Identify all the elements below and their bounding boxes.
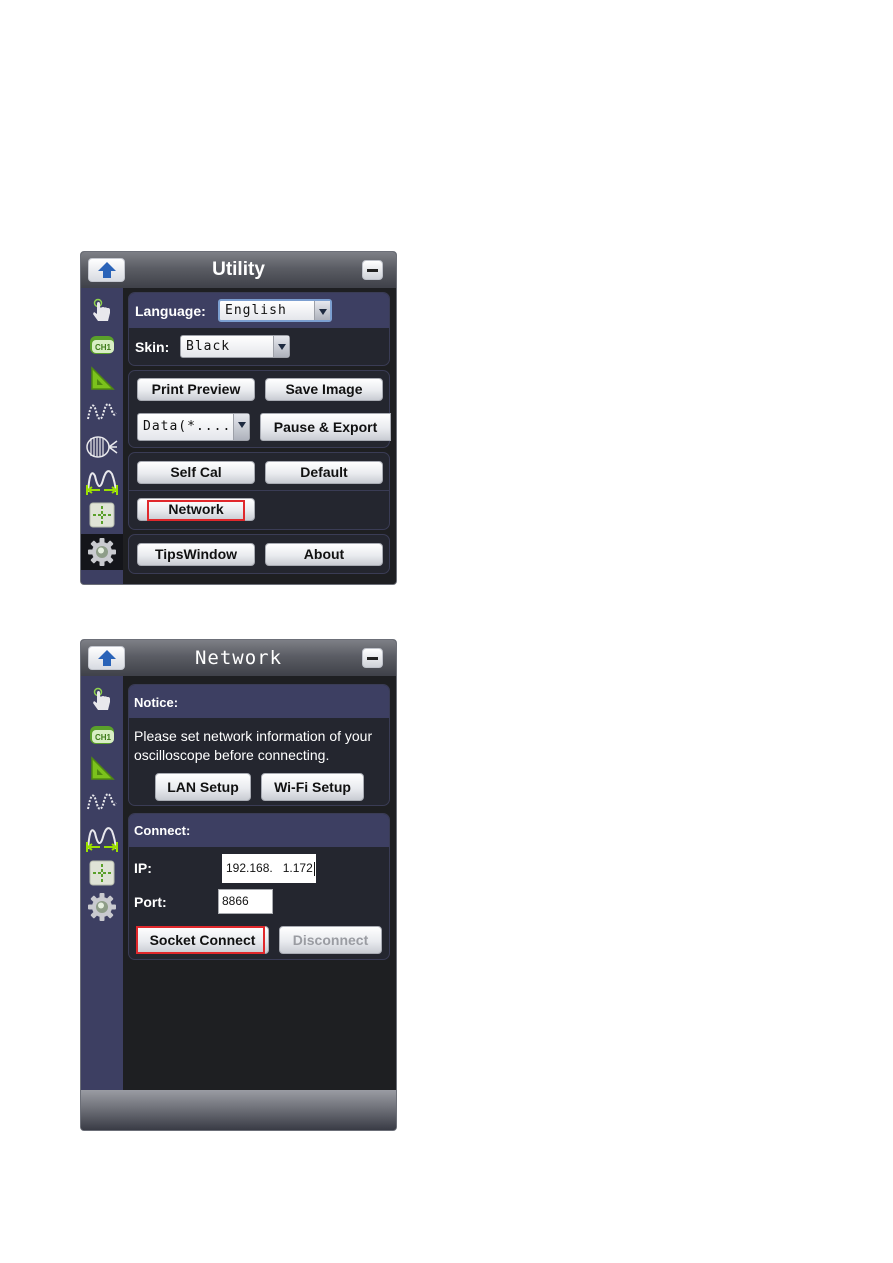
fft-icon[interactable] [81,430,123,464]
svg-text:CH1: CH1 [95,343,112,352]
save-image-button[interactable]: Save Image [265,378,383,401]
language-skin-panel: Language: English Skin: Black [128,292,390,366]
utility-window: Utility CH1 Language: English Skin: Blac… [80,251,397,585]
bottom-bar [81,1090,396,1130]
ip-label: IP: [134,860,152,876]
skin-value: Black [186,339,231,354]
export-format-value: Data(*.... [143,419,232,434]
highlight-box [136,926,265,954]
measure-waveform-icon[interactable] [81,464,123,498]
ip-input[interactable]: 192.168. 1.172 [222,854,316,883]
notice-heading: Notice: [134,695,179,710]
chevron-down-icon [273,336,289,357]
measure-waveform-icon[interactable] [81,821,123,855]
connect-heading: Connect: [134,823,191,838]
waveform-icon[interactable] [81,786,123,820]
utility-content: Language: English Skin: Black Print Prev… [123,288,396,584]
info-panel: TipsWindow About [128,534,390,574]
minimize-button[interactable] [362,260,383,280]
export-panel: Print Preview Save Image Data(*.... Paus… [128,370,391,448]
language-label: Language: [135,303,206,319]
minimize-button[interactable] [362,648,383,668]
ch1-channel-icon[interactable]: CH1 [81,328,123,362]
self-cal-button[interactable]: Self Cal [137,461,255,484]
about-button[interactable]: About [265,543,383,566]
connect-panel: Connect: IP: 192.168. 1.172 Port: 8866 S… [128,813,390,960]
tips-window-button[interactable]: TipsWindow [137,543,255,566]
ruler-triangle-icon[interactable] [81,362,123,396]
export-format-select[interactable]: Data(*.... [137,413,250,441]
gear-icon[interactable] [81,890,123,924]
cursor-crosshair-icon[interactable] [81,498,123,532]
notice-text-line2: oscilloscope before connecting. [134,747,330,763]
language-value: English [225,303,287,318]
calibration-panel: Self Cal Default Network [128,452,390,530]
notice-text-line1: Please set network information of your [134,728,373,744]
chevron-down-icon [233,414,249,440]
skin-label: Skin: [135,339,170,355]
sidebar: CH1 [81,288,123,584]
network-content: Notice: Please set network information o… [123,676,396,1090]
text-caret [313,861,315,876]
cursor-crosshair-icon[interactable] [81,856,123,890]
window-title: Network [194,647,283,669]
touch-icon[interactable] [81,683,123,717]
pause-export-button[interactable]: Pause & Export [260,413,391,441]
waveform-icon[interactable] [81,396,123,430]
lan-setup-button[interactable]: LAN Setup [155,773,251,801]
print-preview-button[interactable]: Print Preview [137,378,255,401]
network-window: Network CH1 Notice: Please set network i… [80,639,397,1131]
title-bar: Network [81,640,396,676]
port-input[interactable]: 8866 [218,889,273,914]
gear-icon[interactable] [81,534,123,570]
notice-panel: Notice: Please set network information o… [128,684,390,806]
wifi-setup-button[interactable]: Wi-Fi Setup [261,773,364,801]
port-label: Port: [134,894,167,910]
skin-select[interactable]: Black [180,335,290,358]
sidebar: CH1 [81,676,123,1090]
language-select[interactable]: English [218,299,332,322]
title-bar: Utility [81,252,396,288]
highlight-box [147,500,245,521]
disconnect-button[interactable]: Disconnect [279,926,382,954]
touch-icon[interactable] [81,294,123,328]
default-button[interactable]: Default [265,461,383,484]
ruler-triangle-icon[interactable] [81,752,123,786]
ip-value: 192.168. 1.172 [226,861,313,875]
chevron-down-icon [314,301,330,320]
ch1-channel-icon[interactable]: CH1 [81,718,123,752]
svg-text:CH1: CH1 [95,733,112,742]
window-title: Utility [212,259,265,280]
